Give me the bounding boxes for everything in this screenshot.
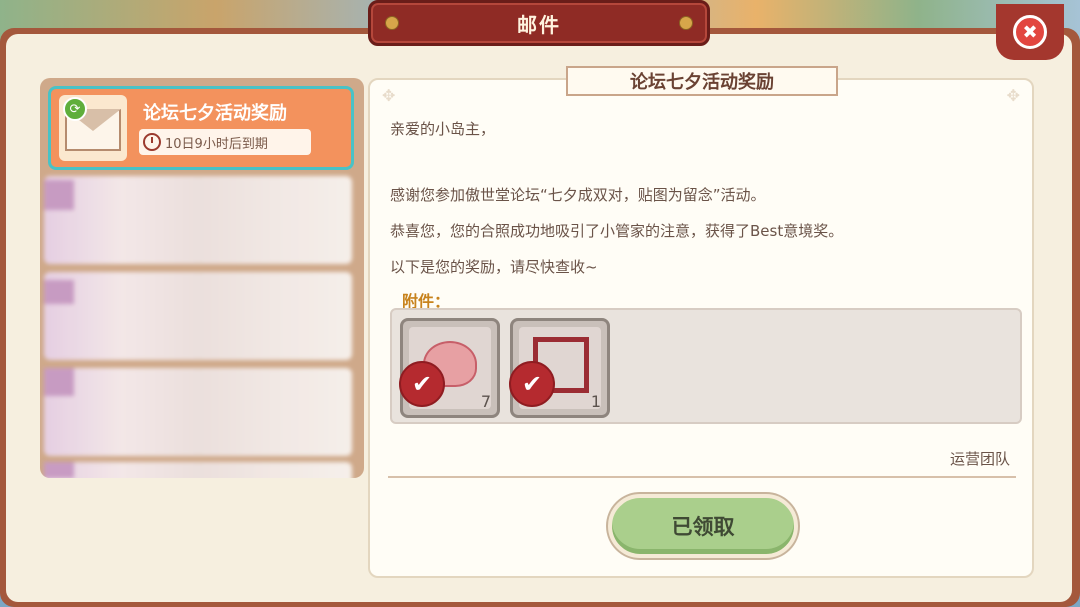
recycle-icon: ⟳ [63,97,87,121]
mail-body-line: 以下是您的奖励，请尽快查收~ [390,258,598,276]
claim-button-label: 已领取 [671,515,735,539]
claimed-check-icon: ✔ [509,361,555,407]
claimed-check-icon: ✔ [399,361,445,407]
window-title-plate: 邮件 [368,0,710,46]
blurred-pixel [44,180,74,210]
attachment-item[interactable]: ✔ 7 [399,318,500,418]
blurred-pixel [44,368,74,396]
mail-list-item-selected[interactable]: ⟳ 论坛七夕活动奖励 10日9小时后到期 [48,86,354,170]
mail-list-item-blurred[interactable] [44,176,352,264]
mail-body-line: 感谢您参加傲世堂论坛“七夕成双对，贴图为留念”活动。 [390,186,766,204]
alarm-clock-icon [143,133,161,151]
expire-text: 10日9小时后到期 [165,136,268,152]
mail-subject-plate: 论坛七夕活动奖励 [566,66,838,96]
item-quantity: 1 [590,392,601,411]
blurred-pixel [44,280,74,304]
claim-button[interactable]: 已领取 [608,494,798,558]
mail-item-title: 论坛七夕活动奖励 [143,103,287,124]
rivet-icon [385,16,399,30]
rivet-icon [679,16,693,30]
corner-ornament-icon: ✥ [1006,86,1020,105]
mail-signature: 运营团队 [949,450,1010,468]
divider [388,476,1016,478]
mail-list[interactable]: ⟳ 论坛七夕活动奖励 10日9小时后到期 [40,78,364,478]
mail-list-item-blurred[interactable] [44,272,352,360]
close-button[interactable]: ✖ [996,4,1064,60]
mail-subject: 论坛七夕活动奖励 [630,72,774,93]
corner-ornament-icon: ✥ [382,86,396,105]
mail-content-panel: 论坛七夕活动奖励 ✥ ✥ 亲爱的小岛主， 感谢您参加傲世堂论坛“七夕成双对，贴图… [368,66,1034,578]
blurred-pixel [44,462,74,478]
mail-list-item-blurred[interactable] [44,368,352,456]
close-icon: ✖ [1013,15,1047,49]
attachment-item[interactable]: ✔ 1 [509,318,610,418]
attachments-box: ✔ 7 ✔ 1 [390,308,1022,424]
mail-greeting: 亲爱的小岛主， [390,120,496,138]
mail-list-item-blurred[interactable] [44,462,352,478]
mail-icon-box: ⟳ [59,95,127,161]
mail-body-line: 恭喜您，您的合照成功地吸引了小管家的注意，获得了Best意境奖。 [390,222,844,240]
item-quantity: 7 [480,392,491,411]
window-title: 邮件 [517,12,561,37]
expire-badge: 10日9小时后到期 [139,129,311,155]
